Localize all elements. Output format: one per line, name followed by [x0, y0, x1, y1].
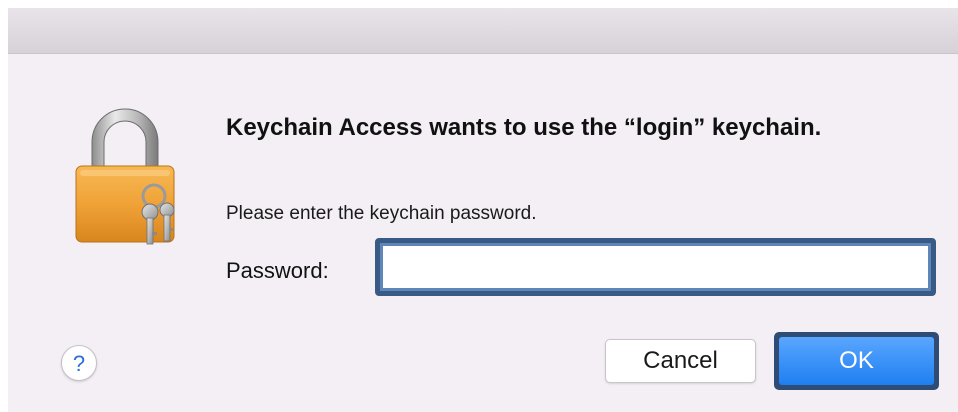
- dialog-message: Please enter the keychain password.: [226, 203, 537, 224]
- password-label: Password:: [226, 258, 329, 283]
- window-titlebar[interactable]: [8, 8, 958, 54]
- ok-button[interactable]: OK: [774, 332, 939, 390]
- ok-button-label: OK: [779, 337, 934, 385]
- help-icon: ?: [72, 351, 86, 376]
- dialog-title: Keychain Access wants to use the “login”…: [226, 114, 822, 141]
- password-input[interactable]: [375, 238, 936, 296]
- keychain-lock-icon: [75, 108, 175, 245]
- help-button[interactable]: ?: [61, 345, 97, 381]
- keychain-password-dialog: Keychain Access wants to use the “login”…: [8, 8, 958, 412]
- cancel-button[interactable]: Cancel: [605, 339, 756, 383]
